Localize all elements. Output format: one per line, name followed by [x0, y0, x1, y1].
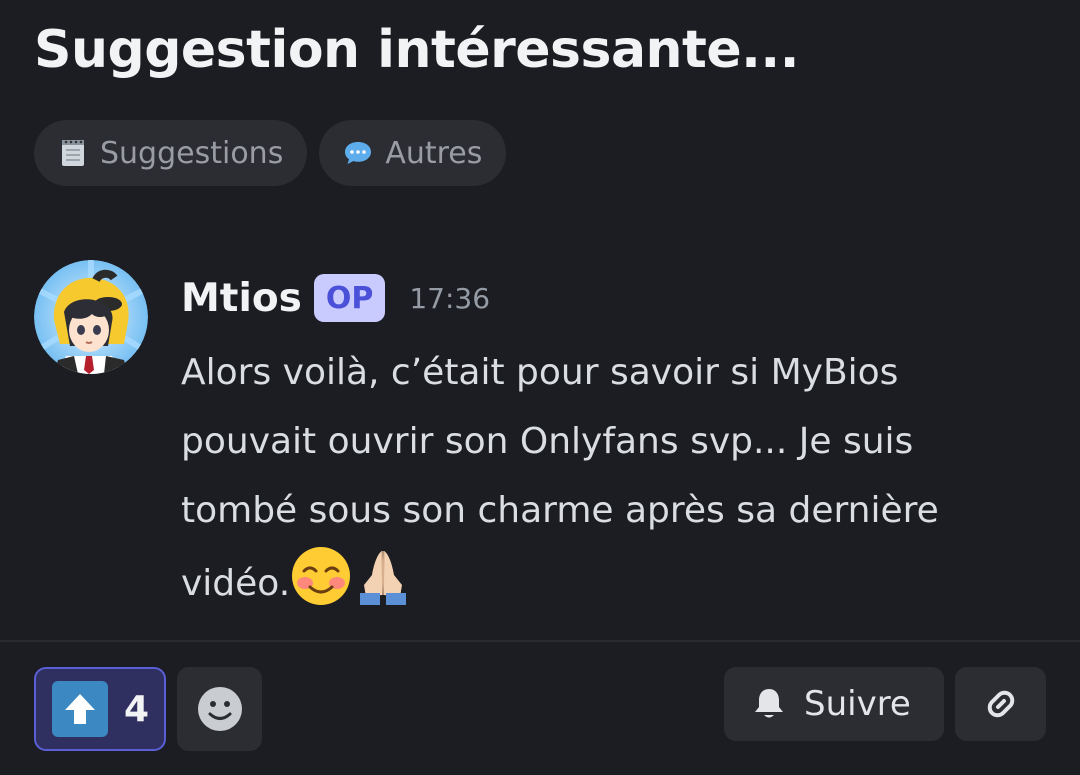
smiley-icon: [197, 687, 242, 731]
speech-bubble-icon: [345, 142, 372, 164]
copy-link-button[interactable]: [955, 667, 1046, 741]
avatar[interactable]: [34, 260, 148, 374]
upvote-reaction-button[interactable]: 4: [34, 667, 166, 751]
add-reaction-button[interactable]: [177, 667, 262, 751]
message-line-last: vidéo.: [181, 545, 1061, 618]
message-body: Mtios OP 17:36 Alors voilà, c’était pour…: [181, 272, 1061, 618]
author-name[interactable]: Mtios: [181, 276, 302, 321]
tag-label: Suggestions: [100, 135, 284, 171]
message-line: tombé sous son charme après sa dernière: [181, 490, 939, 531]
timestamp: 17:36: [409, 281, 491, 315]
up-arrow-icon: [52, 681, 108, 737]
tag-list: Suggestions Autres: [34, 120, 507, 186]
link-icon: [987, 690, 1014, 718]
smiling-blush-emoji: [292, 547, 351, 605]
message-header: Mtios OP 17:36: [181, 272, 1061, 324]
tag-autres[interactable]: Autres: [319, 120, 507, 186]
op-badge: OP: [313, 274, 386, 322]
forum-thread: Suggestion intéressante... Suggestions A…: [0, 0, 1080, 775]
message-line: vidéo.: [181, 563, 291, 604]
notepad-icon: [62, 140, 84, 166]
message-line: pouvait ouvrir son Onlyfans svp... Je su…: [181, 421, 914, 462]
tag-suggestions[interactable]: Suggestions: [34, 120, 308, 186]
divider: [0, 640, 1080, 642]
avatar-image: [34, 260, 148, 374]
message-text: Alors voilà, c’était pour savoir si MyBi…: [181, 338, 1061, 618]
thread-title: Suggestion intéressante...: [34, 20, 799, 80]
follow-button[interactable]: Suivre: [724, 667, 944, 741]
folded-hands-emoji: [360, 550, 407, 605]
reaction-count: 4: [124, 688, 150, 730]
message-line: Alors voilà, c’était pour savoir si MyBi…: [181, 352, 899, 393]
follow-label: Suivre: [804, 684, 911, 724]
bell-icon: [755, 689, 783, 718]
tag-label: Autres: [385, 135, 483, 171]
